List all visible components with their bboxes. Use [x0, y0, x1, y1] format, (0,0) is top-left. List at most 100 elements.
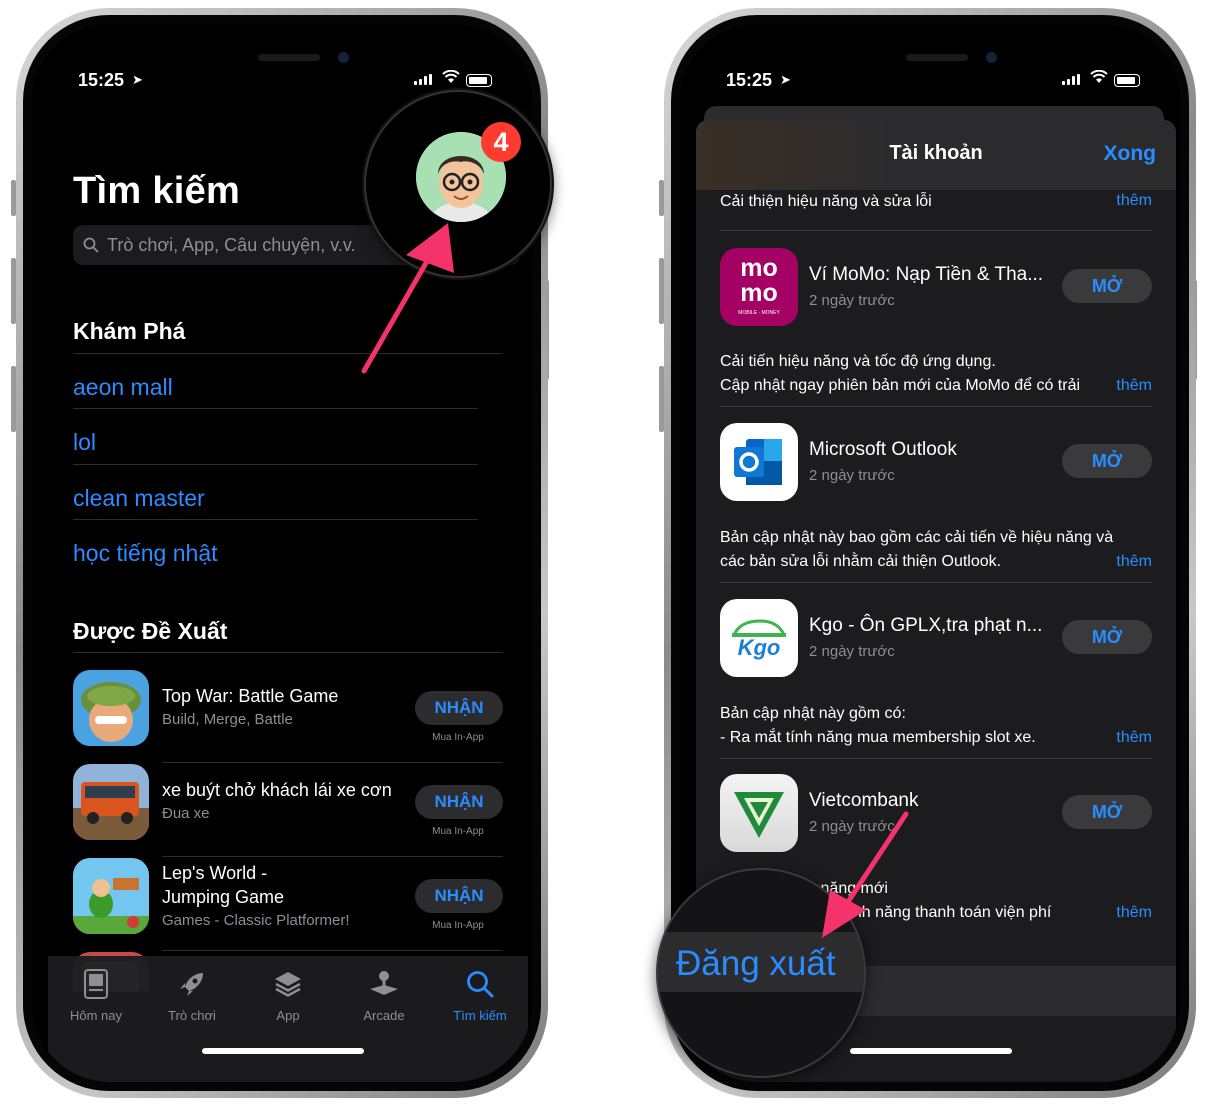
divider [162, 856, 503, 857]
search-placeholder: Trò chơi, App, Câu chuyện, v.v. [107, 234, 356, 255]
update-notes-line: Cải tiến hiệu năng và tốc độ ứng dụng. [720, 353, 996, 370]
app-subtitle: Đua xe [162, 805, 210, 822]
divider [73, 519, 478, 520]
speaker [258, 54, 320, 61]
update-row-momo: mo mo MOBILE · MONEY Ví MoMo: Nạp Tiền &… [720, 248, 1152, 328]
signal-icon [1062, 74, 1080, 85]
front-camera [338, 52, 349, 63]
top-war-app-icon [73, 670, 149, 746]
divider [162, 762, 503, 763]
get-button[interactable]: NHẬN [415, 785, 503, 819]
vietcombank-app-icon [720, 774, 798, 852]
update-row-outlook: Microsoft Outlook 2 ngày trước MỞ [720, 423, 1152, 503]
momo-logo-text: mo [740, 254, 778, 282]
bus-game-app-icon [73, 764, 149, 840]
suggested-app-top-war[interactable]: Top War: Battle Game Build, Merge, Battl… [73, 670, 503, 758]
app-name-line1: Lep's World - [162, 863, 268, 883]
battery-icon [1114, 74, 1140, 87]
sheet-header: Tài khoản Xong [696, 120, 1176, 190]
tab-label: Trò chơi [168, 1008, 216, 1023]
get-button[interactable]: NHẬN [415, 691, 503, 725]
tab-search[interactable]: Tìm kiếm [432, 966, 528, 1023]
open-button[interactable]: MỞ [1062, 620, 1152, 654]
in-app-note: Mua In-App [432, 732, 484, 743]
discover-item-lol[interactable]: lol [73, 429, 96, 456]
more-link[interactable]: thêm [1116, 729, 1152, 747]
app-name-line2: Jumping Game [162, 887, 285, 907]
pointer-arrow-icon [361, 223, 454, 374]
app-name: Kgo - Ôn GPLX,tra phạt n... [809, 615, 1043, 636]
battery-icon [466, 74, 492, 87]
momo-logo-subtext: MOBILE · MONEY [738, 310, 780, 316]
discover-item-aeon-mall[interactable]: aeon mall [73, 374, 173, 401]
wifi-icon [1090, 69, 1108, 89]
update-date: 2 ngày trước [809, 292, 895, 309]
open-button[interactable]: MỞ [1062, 795, 1152, 829]
tab-games[interactable]: Trò chơi [144, 966, 240, 1023]
tab-label: Tìm kiếm [453, 1008, 507, 1023]
update-notes-line: các bản sửa lỗi nhằm cải thiện Outlook. [720, 553, 1002, 570]
tab-apps[interactable]: App [240, 966, 336, 1023]
in-app-note: Mua In-App [432, 920, 484, 931]
done-button[interactable]: Xong [1104, 142, 1157, 166]
divider [73, 652, 503, 653]
open-button[interactable]: MỞ [1062, 269, 1152, 303]
page-title: Tìm kiếm [73, 170, 241, 212]
update-notes-line: Bản cập nhật này bao gồm các cải tiến về… [720, 529, 1114, 546]
update-date: 2 ngày trước [809, 467, 895, 484]
search-icon [467, 971, 494, 998]
tab-today[interactable]: Hôm nay [48, 966, 144, 1023]
more-link[interactable]: thêm [1116, 192, 1152, 210]
app-subtitle: Games - Classic Platformer! [162, 912, 350, 929]
layers-icon [275, 972, 301, 997]
signout-button[interactable]: Đăng xuất [676, 944, 836, 984]
divider [162, 950, 503, 951]
app-subtitle: Build, Merge, Battle [162, 711, 293, 728]
suggested-app-bus-driver[interactable]: xe buýt chở khách lái xe cơn Đua xe NHẬN… [73, 764, 503, 852]
outlook-app-icon [720, 423, 798, 501]
front-camera [986, 52, 997, 63]
suggested-title: Được Đề Xuất [73, 618, 228, 644]
update-notes-line: Cập nhật ngay phiên bản mới của MoMo để … [720, 377, 1081, 394]
more-link[interactable]: thêm [1116, 377, 1152, 395]
speaker [906, 54, 968, 61]
tab-label: Arcade [363, 1008, 405, 1023]
open-button[interactable]: MỞ [1062, 444, 1152, 478]
status-bar: 15:25 ➤ [680, 69, 1180, 92]
pointer-arrow-icon [822, 811, 909, 938]
suggested-app-leps-world[interactable]: Lep's World - Jumping Game Games - Class… [73, 858, 503, 946]
divider [720, 230, 1152, 231]
discover-item-clean-master[interactable]: clean master [73, 485, 205, 512]
app-name: Ví MoMo: Nạp Tiền & Tha... [809, 264, 1044, 285]
update-row-vietcombank: Vietcombank 2 ngày trước MỞ [720, 774, 1152, 854]
leps-world-app-icon [73, 858, 149, 934]
momo-app-icon: mo mo MOBILE · MONEY [720, 248, 798, 326]
location-icon: ➤ [132, 72, 143, 87]
wifi-icon [442, 69, 460, 89]
update-notes-line: Bản cập nhật này gồm có: [720, 705, 906, 722]
tab-arcade[interactable]: Arcade [336, 966, 432, 1023]
app-name: Top War: Battle Game [162, 686, 339, 706]
tab-label: Hôm nay [69, 1008, 123, 1023]
joystick-icon [370, 971, 398, 995]
update-notes-line: - Ra mắt tính năng mua membership slot x… [720, 729, 1036, 746]
status-time: 15:25 [726, 70, 773, 90]
home-indicator [202, 1048, 364, 1054]
more-link[interactable]: thêm [1116, 904, 1152, 922]
kgo-app-icon: Kgo [720, 599, 798, 677]
more-link[interactable]: thêm [1116, 553, 1152, 571]
today-icon [84, 969, 108, 999]
app-name: Microsoft Outlook [809, 439, 957, 460]
tab-bar: Hôm nay Trò chơi App Arcade Tìm kiếm [48, 956, 528, 1082]
divider [720, 406, 1152, 407]
momo-logo-text: mo [740, 279, 778, 307]
get-button[interactable]: NHẬN [415, 879, 503, 913]
location-icon: ➤ [780, 72, 791, 87]
update-notes: Cải thiện hiệu năng và sửa lỗi [720, 193, 932, 210]
tab-label: App [276, 1008, 300, 1023]
discover-item-hoc-tieng-nhat[interactable]: học tiếng nhật [73, 540, 218, 567]
rocket-icon [180, 973, 203, 996]
discover-title: Khám Phá [73, 318, 186, 344]
app-name: xe buýt chở khách lái xe cơn [162, 780, 392, 800]
divider [720, 582, 1152, 583]
